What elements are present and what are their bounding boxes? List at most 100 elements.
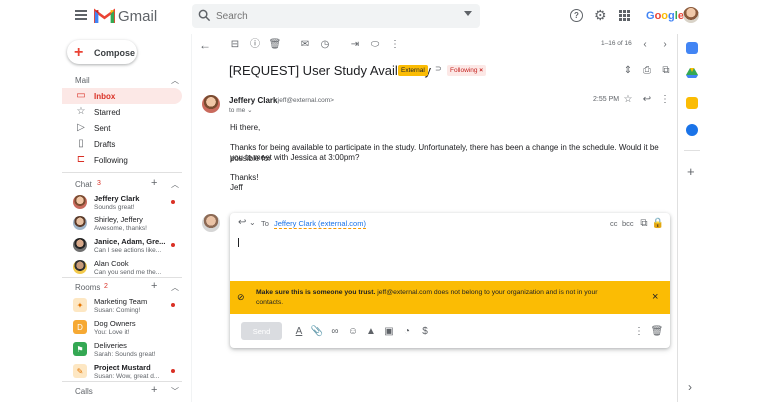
pop-out-icon[interactable]: ⧉ (638, 218, 650, 230)
unread-dot (171, 243, 175, 247)
drive-app-icon[interactable] (686, 67, 698, 79)
add-chat-icon[interactable]: + (151, 177, 157, 189)
sidebar-item-following[interactable]: Following (94, 156, 128, 165)
expand-collapse-icon[interactable]: ⇕ (622, 65, 634, 77)
room-item[interactable]: ✎ Project Mustard Susan: Wow, great d... (73, 363, 183, 381)
move-to-icon[interactable]: ⇥ (349, 39, 361, 51)
main-menu-icon[interactable] (75, 10, 87, 20)
archive-icon[interactable]: ⊟ (229, 39, 241, 51)
cc-link[interactable]: cc (610, 219, 618, 228)
chat-preview: Can you send me the... (94, 269, 162, 276)
drive-icon[interactable]: ▲ (365, 326, 377, 338)
room-avatar: D (73, 320, 87, 334)
room-item[interactable]: D Dog Owners You: Love it! (73, 319, 183, 337)
side-panel-divider (677, 34, 678, 402)
report-spam-icon[interactable]: ⓘ (249, 39, 261, 51)
formatting-icon[interactable]: A (293, 326, 305, 338)
sender-name[interactable]: Jeffery Clark (229, 96, 277, 105)
sender-avatar[interactable] (202, 95, 220, 113)
open-new-window-icon[interactable]: ⧉ (660, 65, 672, 77)
recipient-chip[interactable]: Jeffery Clark (external.com) (274, 219, 366, 229)
back-arrow-icon[interactable]: ← (199, 39, 211, 51)
chevron-down-icon[interactable]: ﹀ (171, 386, 179, 397)
emoji-icon[interactable]: ☺ (347, 326, 359, 338)
more-options-icon[interactable]: ⋮ (633, 326, 645, 338)
google-account-brand[interactable]: Google (646, 10, 684, 22)
account-avatar[interactable] (683, 7, 699, 23)
important-marker-icon[interactable]: ⊃ (435, 65, 442, 73)
chevron-left-icon[interactable]: ‹ (639, 39, 651, 51)
chevron-down-icon[interactable]: ⌄ (249, 219, 256, 227)
link-icon[interactable]: ∞ (329, 326, 341, 338)
attach-icon[interactable]: 📎 (311, 326, 323, 338)
recipient-details[interactable]: to me ⌄ (229, 106, 253, 114)
warning-bold: Make sure this is someone you trust. (256, 289, 376, 296)
help-icon[interactable]: ? (570, 9, 583, 22)
following-label: Following (450, 67, 478, 74)
email-signature: Jeff (230, 183, 243, 192)
star-icon: ☆ (76, 106, 86, 117)
room-preview: Susan: Coming! (94, 307, 141, 314)
chevron-up-icon[interactable]: ︿ (171, 75, 179, 86)
plus-icon: + (74, 44, 84, 61)
reply-type-icon[interactable]: ↩ (238, 218, 246, 228)
mark-unread-icon[interactable]: ✉ (299, 39, 311, 51)
chevron-up-icon[interactable]: ︿ (171, 179, 179, 190)
sidebar-item-starred[interactable]: Starred (94, 108, 120, 117)
chat-item[interactable]: Janice, Adam, Gre... Can I see actions l… (73, 237, 183, 255)
chat-item[interactable]: Alan Cook Can you send me the... (73, 259, 183, 277)
avatar (73, 195, 87, 209)
compose-label: Compose (94, 48, 136, 58)
discard-draft-icon[interactable]: 🗑 (651, 326, 664, 338)
add-addon-icon[interactable]: + (687, 165, 695, 178)
sidebar-item-label: Inbox (94, 92, 116, 101)
confidential-icon[interactable]: ◔ (401, 326, 413, 338)
search-input[interactable] (216, 9, 446, 23)
apps-grid-icon[interactable] (619, 10, 630, 21)
calendar-icon[interactable] (686, 42, 698, 54)
chevron-up-icon[interactable]: ︿ (171, 282, 179, 293)
gmail-logo-icon[interactable] (94, 8, 115, 24)
more-vert-icon[interactable]: ⋮ (389, 39, 401, 51)
chat-item[interactable]: Shirley, Jeffery Awesome, thanks! (73, 215, 183, 233)
room-item[interactable]: ✦ Marketing Team Susan: Coming! (73, 297, 183, 315)
remove-label-icon[interactable]: × (479, 67, 483, 74)
chevron-right-icon[interactable]: › (688, 381, 692, 393)
lock-icon[interactable]: 🔒 (652, 218, 664, 230)
message-time: 2:55 PM (593, 96, 620, 103)
photo-icon[interactable]: ▣ (383, 326, 395, 338)
following-label-chip[interactable]: Following × (447, 65, 487, 76)
chat-preview: Awesome, thanks! (94, 225, 147, 232)
reply-body-input[interactable] (236, 235, 664, 277)
tasks-icon[interactable] (686, 124, 698, 136)
bcc-link[interactable]: bcc (622, 219, 634, 228)
delete-icon[interactable]: 🗑 (269, 39, 282, 51)
room-item[interactable]: ⚑ Deliveries Sarah: Sounds great! (73, 341, 183, 359)
external-badge: External (398, 65, 428, 76)
chevron-down-icon[interactable]: ⌄ (247, 107, 252, 114)
send-button[interactable]: Send (241, 322, 282, 340)
add-room-icon[interactable]: + (151, 280, 157, 292)
close-icon[interactable]: × (652, 292, 658, 303)
more-vert-icon[interactable]: ⋮ (659, 94, 671, 106)
calls-section-label: Calls (75, 387, 93, 396)
reply-icon[interactable]: ↩ (641, 94, 653, 106)
label-tag-icon[interactable]: ⬭ (369, 39, 381, 51)
section-divider (62, 277, 182, 278)
snooze-icon[interactable]: ◷ (319, 39, 331, 51)
keep-icon[interactable] (686, 97, 698, 109)
sidebar-item-sent[interactable]: Sent (94, 124, 110, 133)
add-call-icon[interactable]: + (151, 384, 157, 396)
search-icon[interactable] (198, 9, 211, 22)
chat-item[interactable]: Jeffery Clark Sounds great! (73, 194, 183, 212)
star-icon[interactable]: ☆ (622, 94, 634, 106)
search-options-icon[interactable] (464, 11, 472, 16)
print-icon[interactable]: ⎙ (641, 65, 653, 77)
gear-icon[interactable]: ⚙ (594, 8, 607, 22)
money-icon[interactable]: $ (419, 326, 431, 338)
recipient-line: to me (229, 107, 246, 114)
sidebar-item-drafts[interactable]: Drafts (94, 140, 115, 149)
chat-section-label: Chat (75, 180, 92, 189)
chevron-right-icon[interactable]: › (659, 39, 671, 51)
app-name[interactable]: Gmail (118, 8, 157, 25)
